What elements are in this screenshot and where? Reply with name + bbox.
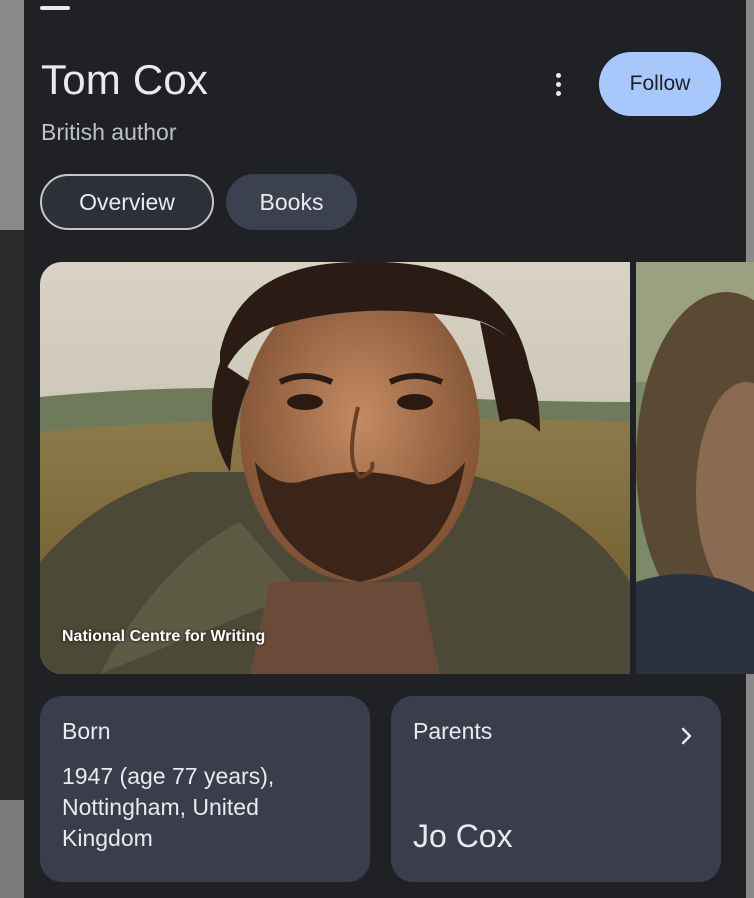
more-dot bbox=[555, 72, 561, 78]
follow-button[interactable]: Follow bbox=[599, 52, 721, 116]
portrait-image bbox=[40, 262, 630, 674]
secondary-portrait-image bbox=[636, 262, 754, 674]
tab-overview[interactable]: Overview bbox=[40, 174, 214, 230]
tab-books[interactable]: Books bbox=[226, 174, 357, 230]
entity-subtitle: British author bbox=[41, 119, 177, 145]
parents-card[interactable]: Parents Jo Cox bbox=[391, 696, 721, 882]
secondary-photo[interactable] bbox=[636, 262, 754, 674]
main-photo[interactable] bbox=[40, 262, 630, 674]
born-value: 1947 (age 77 years), Nottingham, United … bbox=[62, 763, 275, 851]
drag-handle[interactable] bbox=[40, 6, 70, 10]
more-dot bbox=[555, 90, 561, 96]
more-options-icon[interactable] bbox=[540, 66, 576, 102]
more-dot bbox=[555, 81, 561, 87]
background-page-left bbox=[0, 0, 24, 898]
born-card: Born 1947 (age 77 years), Nottingham, Un… bbox=[40, 696, 370, 882]
parents-label: Parents bbox=[413, 718, 493, 744]
entity-title: Tom Cox bbox=[41, 56, 209, 103]
parents-value[interactable]: Jo Cox bbox=[413, 818, 513, 855]
chevron-right-icon bbox=[681, 727, 692, 745]
born-label: Born bbox=[62, 718, 111, 744]
photo-credit: National Centre for Writing bbox=[62, 628, 266, 645]
